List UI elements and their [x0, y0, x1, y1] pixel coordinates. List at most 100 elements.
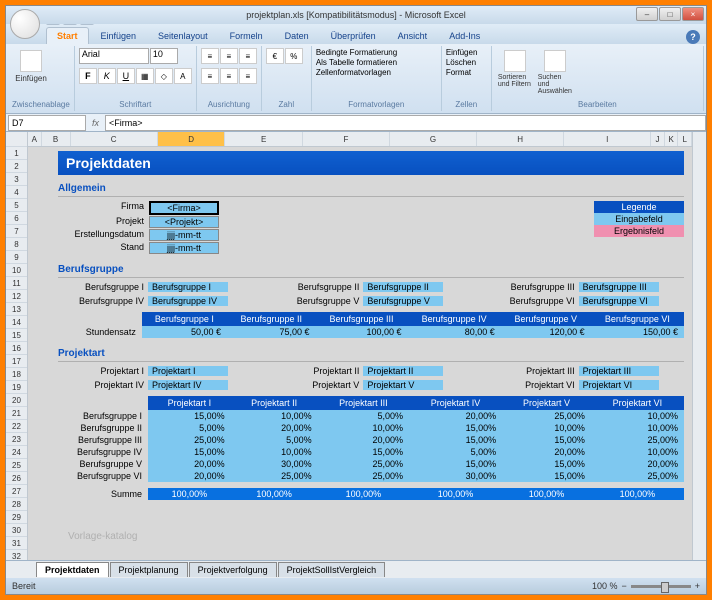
pct-value[interactable]: 30,00% — [409, 470, 502, 482]
office-button[interactable] — [10, 9, 40, 39]
insert-cells-button[interactable]: Einfügen — [446, 48, 487, 57]
pct-value[interactable]: 10,00% — [591, 410, 684, 422]
minimize-button[interactable]: – — [636, 7, 658, 21]
fx-icon[interactable]: fx — [92, 118, 99, 128]
bg-value[interactable]: Berufsgruppe V — [363, 296, 443, 306]
pa-value[interactable]: Projektart VI — [579, 380, 659, 390]
pa-value[interactable]: Projektart III — [579, 366, 659, 376]
pct-value[interactable]: 15,00% — [502, 434, 591, 446]
sheet-content[interactable]: Projektdaten Allgemein Firma<Firma>Proje… — [28, 147, 692, 560]
close-button[interactable]: × — [682, 7, 704, 21]
currency-button[interactable]: € — [266, 48, 284, 64]
format-cells-button[interactable]: Format — [446, 68, 487, 77]
bg-value[interactable]: Berufsgruppe II — [363, 282, 443, 292]
tab-seitenlayout[interactable]: Seitenlayout — [148, 28, 218, 44]
vertical-scrollbar[interactable] — [692, 132, 706, 560]
align-center-button[interactable]: ≡ — [220, 68, 238, 84]
pct-value[interactable]: 15,00% — [502, 458, 591, 470]
align-left-button[interactable]: ≡ — [201, 68, 219, 84]
name-box[interactable]: D7 — [8, 115, 86, 131]
pct-value[interactable]: 20,00% — [318, 434, 409, 446]
pa-value[interactable]: Projektart IV — [148, 380, 228, 390]
rate-value[interactable]: 80,00 € — [407, 326, 500, 338]
tab-addins[interactable]: Add-Ins — [439, 28, 490, 44]
pct-value[interactable]: 10,00% — [591, 422, 684, 434]
rate-value[interactable]: 120,00 € — [501, 326, 591, 338]
tab-formeln[interactable]: Formeln — [220, 28, 273, 44]
pct-value[interactable]: 15,00% — [409, 458, 502, 470]
bg-value[interactable]: Berufsgruppe III — [579, 282, 659, 292]
pct-value[interactable]: 25,00% — [148, 434, 231, 446]
rate-value[interactable]: 100,00 € — [316, 326, 408, 338]
tab-daten[interactable]: Daten — [275, 28, 319, 44]
tab-einfuegen[interactable]: Einfügen — [91, 28, 147, 44]
paste-button[interactable]: Einfügen — [12, 48, 50, 100]
bg-value[interactable]: Berufsgruppe IV — [148, 296, 228, 306]
sheet-tab-projektdaten[interactable]: Projektdaten — [36, 562, 109, 577]
field-value[interactable]: jjjj-mm-tt — [149, 242, 219, 254]
pct-value[interactable]: 20,00% — [409, 410, 502, 422]
pct-value[interactable]: 30,00% — [231, 458, 318, 470]
pa-value[interactable]: Projektart V — [363, 380, 443, 390]
pct-value[interactable]: 15,00% — [502, 470, 591, 482]
delete-cells-button[interactable]: Löschen — [446, 58, 487, 67]
pct-value[interactable]: 10,00% — [318, 422, 409, 434]
sheet-tab-sollist[interactable]: ProjektSollIstVergleich — [278, 562, 386, 577]
field-value[interactable]: <Firma> — [149, 201, 219, 215]
align-mid-button[interactable]: ≡ — [220, 48, 238, 64]
pct-value[interactable]: 15,00% — [318, 446, 409, 458]
bold-button[interactable]: F — [79, 68, 97, 84]
pa-value[interactable]: Projektart I — [148, 366, 228, 376]
sort-filter-button[interactable]: Sortieren und Filtern — [496, 48, 534, 100]
rate-value[interactable]: 50,00 € — [142, 326, 227, 338]
row-headers[interactable]: 1234567891011121314151617181920212223242… — [6, 132, 28, 560]
border-button[interactable]: ▦ — [136, 68, 154, 84]
pct-value[interactable]: 15,00% — [148, 446, 231, 458]
table-format-button[interactable]: Als Tabelle formatieren — [316, 58, 437, 67]
field-value[interactable]: jjjj-mm-tt — [149, 229, 219, 241]
font-select[interactable]: Arial — [79, 48, 149, 64]
col-headers[interactable]: ABCDEFGHIJKL — [28, 132, 692, 147]
pct-value[interactable]: 25,00% — [318, 470, 409, 482]
pct-value[interactable]: 5,00% — [318, 410, 409, 422]
cond-format-button[interactable]: Bedingte Formatierung — [316, 48, 437, 57]
pct-value[interactable]: 25,00% — [318, 458, 409, 470]
pa-value[interactable]: Projektart II — [363, 366, 443, 376]
align-bot-button[interactable]: ≡ — [239, 48, 257, 64]
pct-value[interactable]: 10,00% — [231, 446, 318, 458]
tab-ueberpruefen[interactable]: Überprüfen — [321, 28, 386, 44]
align-right-button[interactable]: ≡ — [239, 68, 257, 84]
pct-value[interactable]: 20,00% — [148, 458, 231, 470]
bg-value[interactable]: Berufsgruppe VI — [579, 296, 659, 306]
pct-value[interactable]: 25,00% — [591, 434, 684, 446]
find-select-button[interactable]: Suchen und Auswählen — [536, 48, 574, 100]
help-icon[interactable]: ? — [686, 30, 700, 44]
pct-value[interactable]: 10,00% — [231, 410, 318, 422]
bg-value[interactable]: Berufsgruppe I — [148, 282, 228, 292]
italic-button[interactable]: K — [98, 68, 116, 84]
pct-value[interactable]: 5,00% — [409, 446, 502, 458]
pct-value[interactable]: 25,00% — [591, 470, 684, 482]
tab-start[interactable]: Start — [46, 27, 89, 44]
pct-value[interactable]: 20,00% — [502, 446, 591, 458]
pct-value[interactable]: 15,00% — [409, 422, 502, 434]
sheet-tab-projektverfolgung[interactable]: Projektverfolgung — [189, 562, 277, 577]
maximize-button[interactable]: □ — [659, 7, 681, 21]
cell-style-button[interactable]: Zellenformatvorlagen — [316, 68, 437, 77]
rate-value[interactable]: 150,00 € — [591, 326, 684, 338]
zoom-out-button[interactable]: − — [621, 581, 626, 591]
pct-value[interactable]: 20,00% — [148, 470, 231, 482]
pct-value[interactable]: 15,00% — [409, 434, 502, 446]
sheet-tab-projektplanung[interactable]: Projektplanung — [110, 562, 188, 577]
pct-value[interactable]: 10,00% — [591, 446, 684, 458]
pct-value[interactable]: 20,00% — [591, 458, 684, 470]
font-color-button[interactable]: A — [174, 68, 192, 84]
fill-color-button[interactable]: ◇ — [155, 68, 173, 84]
percent-button[interactable]: % — [285, 48, 303, 64]
pct-value[interactable]: 5,00% — [231, 434, 318, 446]
pct-value[interactable]: 20,00% — [231, 422, 318, 434]
underline-button[interactable]: U — [117, 68, 135, 84]
zoom-slider[interactable] — [631, 585, 691, 588]
pct-value[interactable]: 10,00% — [502, 422, 591, 434]
pct-value[interactable]: 25,00% — [502, 410, 591, 422]
